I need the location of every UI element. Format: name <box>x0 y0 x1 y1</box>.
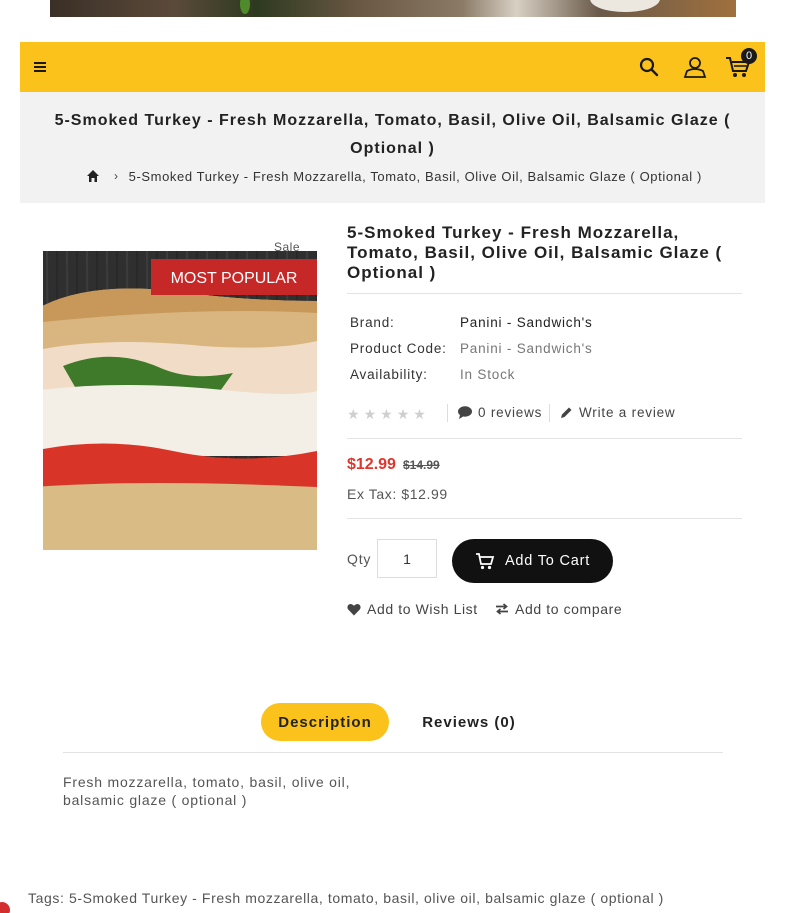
divider <box>347 518 742 519</box>
tab-reviews[interactable]: Reviews (0) <box>407 703 531 741</box>
product-image[interactable]: MOST POPULAR <box>43 251 317 550</box>
brand-label: Brand: <box>350 315 395 330</box>
old-price: $14.99 <box>403 458 440 472</box>
product-description: Fresh mozzarella, tomato, basil, olive o… <box>63 774 351 808</box>
corner-badge[interactable] <box>0 902 10 913</box>
add-to-compare-link[interactable]: Add to compare <box>495 601 622 617</box>
home-icon[interactable] <box>86 169 100 183</box>
product-price: $12.99 <box>347 456 396 473</box>
reviews-count-text: 0 reviews <box>478 405 543 420</box>
tags-row: Tags: 5-Smoked Turkey - Fresh mozzarella… <box>28 890 664 906</box>
qty-label: Qty <box>347 551 372 567</box>
exchange-icon <box>496 603 508 615</box>
pencil-icon <box>561 407 572 418</box>
star-icon: ★ <box>396 406 410 422</box>
chevron-right-icon: › <box>114 169 119 183</box>
tag-link[interactable]: 5-Smoked Turkey - Fresh mozzarella, toma… <box>69 890 664 906</box>
reviews-link[interactable]: 0 reviews <box>458 405 542 420</box>
breadcrumb-current[interactable]: 5-Smoked Turkey - Fresh Mozzarella, Toma… <box>129 169 702 184</box>
cart-icon <box>475 553 495 570</box>
add-to-cart-button[interactable]: Add To Cart <box>452 539 613 583</box>
add-to-wishlist-link[interactable]: Add to Wish List <box>347 601 478 617</box>
tags-label: Tags: <box>28 890 65 906</box>
tab-description[interactable]: Description <box>261 703 389 741</box>
page-header: 5-Smoked Turkey - Fresh Mozzarella, Toma… <box>20 92 765 203</box>
main-navbar: 0 <box>20 42 765 92</box>
account-icon[interactable] <box>683 42 707 92</box>
ex-tax-price: Ex Tax: $12.99 <box>347 486 448 502</box>
availability-label: Availability: <box>350 367 428 382</box>
brand-value[interactable]: Panini - Sandwich's <box>460 315 593 330</box>
write-review-text: Write a review <box>579 405 676 420</box>
rating-stars: ★ ★ ★ ★ ★ <box>347 406 426 423</box>
page-title: 5-Smoked Turkey - Fresh Mozzarella, Toma… <box>54 112 731 157</box>
comment-icon <box>458 406 472 419</box>
menu-icon[interactable] <box>30 42 50 92</box>
divider <box>347 293 742 294</box>
divider <box>347 438 742 439</box>
star-icon: ★ <box>347 406 360 422</box>
wishlist-text: Add to Wish List <box>367 601 478 617</box>
availability-value: In Stock <box>460 367 516 382</box>
compare-text: Add to compare <box>515 601 623 617</box>
quantity-input[interactable] <box>377 539 437 578</box>
heart-icon <box>347 603 361 615</box>
product-code-value: Panini - Sandwich's <box>460 341 593 356</box>
product-title: 5-Smoked Turkey - Fresh Mozzarella, Toma… <box>347 223 723 282</box>
star-icon: ★ <box>413 406 426 422</box>
most-popular-badge: MOST POPULAR <box>171 270 298 287</box>
star-icon: ★ <box>380 406 393 422</box>
breadcrumb: › 5-Smoked Turkey - Fresh Mozzarella, To… <box>86 168 746 184</box>
write-review-link[interactable]: Write a review <box>560 405 675 420</box>
product-code-label: Product Code: <box>350 341 447 356</box>
top-banner-image <box>50 0 736 17</box>
star-icon: ★ <box>363 406 377 422</box>
cart-count-badge: 0 <box>741 48 757 64</box>
add-to-cart-label: Add To Cart <box>504 553 591 569</box>
tabs-divider <box>63 752 723 753</box>
search-icon[interactable] <box>638 42 660 92</box>
